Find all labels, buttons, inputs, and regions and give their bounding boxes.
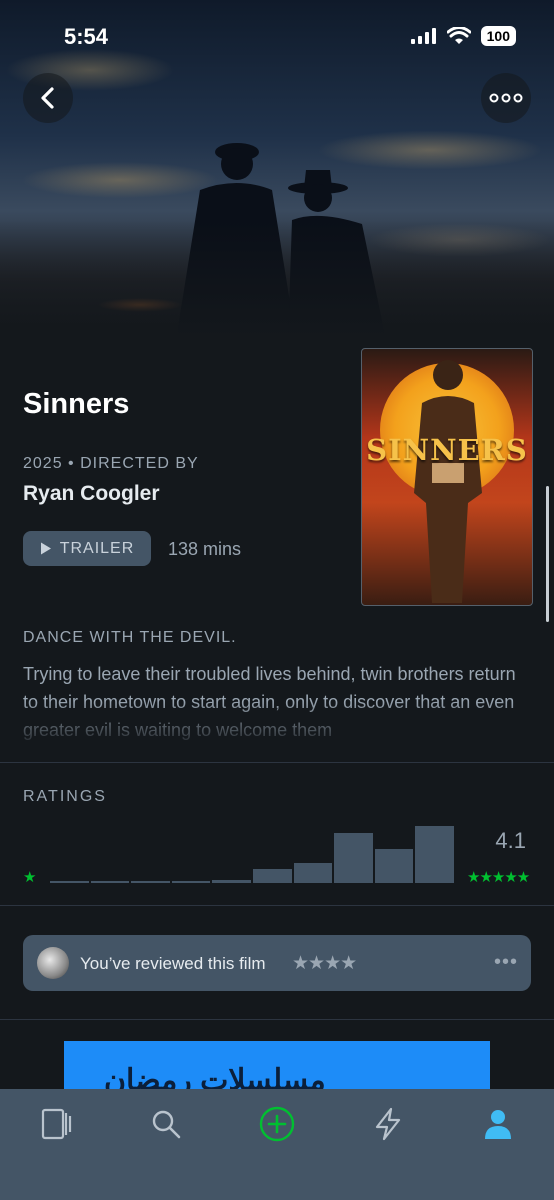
person-icon — [485, 1110, 511, 1139]
more-options-button[interactable] — [481, 73, 531, 123]
back-button[interactable] — [23, 73, 73, 123]
ratings-histogram[interactable] — [50, 822, 454, 883]
film-poster[interactable]: SINNERS — [361, 348, 533, 606]
histogram-bar — [131, 881, 170, 883]
review-more-button[interactable]: ••• — [494, 951, 518, 974]
histogram-bar — [415, 826, 454, 883]
histogram-bar — [334, 832, 373, 883]
poster-title: SINNERS — [366, 433, 528, 467]
divider — [0, 762, 554, 763]
status-time: 5:54 — [64, 24, 109, 49]
film-year: 2025 — [23, 455, 63, 472]
status-bar: 5:54 100 — [0, 22, 554, 52]
runtime: 138 mins — [168, 539, 242, 559]
divider — [0, 1019, 554, 1020]
films-icon — [41, 1108, 72, 1140]
avatar — [37, 947, 69, 979]
ratings-heading: RATINGS — [23, 788, 107, 805]
battery-indicator: 100 — [480, 26, 516, 46]
histogram-bar — [212, 880, 251, 883]
chevron-left-icon — [41, 87, 54, 109]
tab-films[interactable] — [36, 1104, 76, 1144]
one-star-label: ★ — [23, 869, 37, 886]
histogram-bar — [171, 880, 211, 883]
five-star-label: ★★★★★ — [467, 869, 530, 886]
ad-text: ﻣﺴﻠﺴﻼﺕ ﺭﻣﻀﺎﻥ — [104, 1064, 326, 1089]
review-status-text: You’ve reviewed this film — [80, 954, 266, 973]
poster-figure — [414, 360, 482, 603]
scroll-indicator[interactable] — [546, 486, 549, 622]
trailer-button[interactable]: TRAILER — [23, 531, 151, 566]
review-stars: ★★★★ — [292, 953, 357, 974]
tab-activity[interactable] — [368, 1104, 408, 1144]
trailer-label: TRAILER — [59, 539, 135, 557]
tab-profile[interactable] — [478, 1104, 518, 1144]
director-link[interactable]: Ryan Coogler — [23, 482, 160, 506]
tab-add[interactable] — [257, 1104, 297, 1144]
plus-circle-icon — [259, 1106, 295, 1142]
histogram-bar — [253, 868, 292, 883]
histogram-bar — [50, 881, 89, 883]
ellipsis-icon — [489, 93, 523, 103]
ad-banner[interactable]: ﻣﺴﻠﺴﻼﺕ ﺭﻣﻀﺎﻥ — [64, 1041, 490, 1089]
wifi-icon — [446, 27, 471, 44]
directed-by-label: DIRECTED BY — [80, 455, 199, 472]
film-meta: 2025 • DIRECTED BY — [23, 455, 199, 473]
status-icons: 100 — [410, 26, 516, 46]
histogram-bar — [374, 848, 414, 883]
signal-icon — [410, 28, 436, 44]
meta-separator: • — [68, 455, 81, 472]
synopsis-fade — [0, 700, 554, 750]
film-title: Sinners — [23, 388, 130, 420]
average-rating: 4.1 — [495, 828, 526, 853]
play-icon — [40, 542, 51, 555]
histogram-bar — [90, 881, 130, 883]
histogram-bar — [293, 863, 333, 883]
search-icon — [152, 1110, 181, 1139]
lightning-icon — [375, 1107, 401, 1141]
backdrop-fade — [0, 220, 554, 340]
tab-bar — [0, 1089, 554, 1200]
your-review-card[interactable]: You’ve reviewed this film ★★★★ ••• — [23, 935, 531, 991]
divider — [0, 905, 554, 906]
tab-search[interactable] — [146, 1104, 186, 1144]
tagline: DANCE WITH THE DEVIL. — [23, 629, 237, 646]
